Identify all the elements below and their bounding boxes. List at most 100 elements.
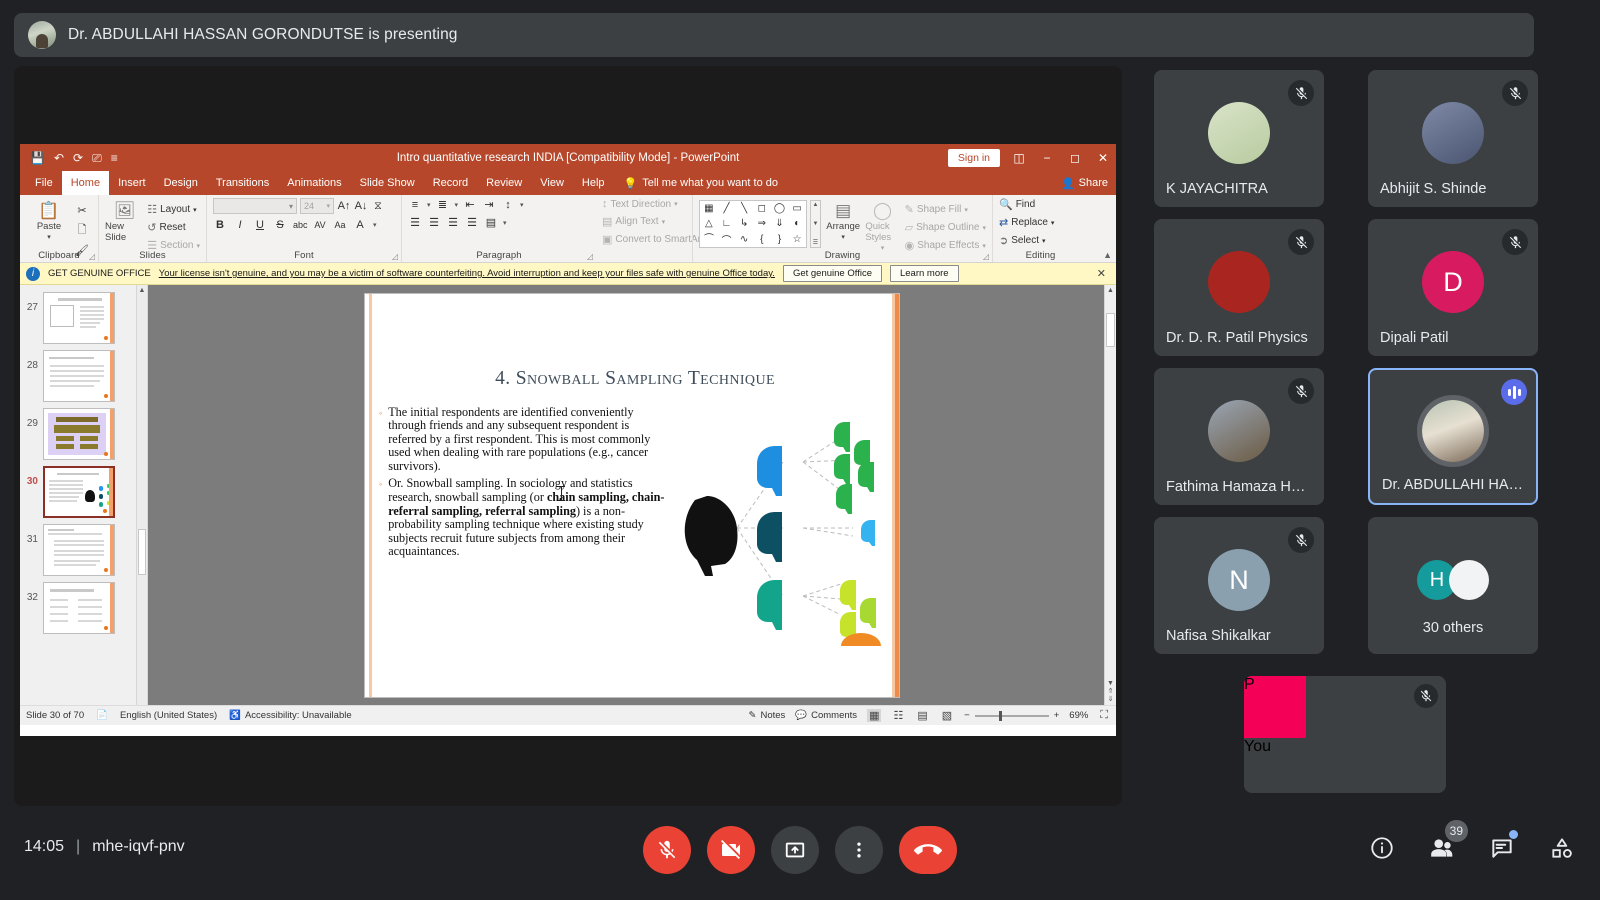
current-slide[interactable]: 4. Snowball Sampling Technique ◦ The ini… [364,292,900,698]
zoom-slider[interactable]: − + [964,710,1059,721]
find-button[interactable]: 🔍 Find [999,198,1082,211]
shape-gallery-more-icon[interactable]: ☰ [813,239,818,246]
shape-triangle-icon[interactable]: △ [705,218,713,229]
font-name-input[interactable]: ▾ [213,198,297,214]
columns-button[interactable]: ▤ [484,216,498,229]
slideshow-icon[interactable]: ▧ [940,709,954,722]
participant-tile-active-speaker[interactable]: Dr. ABDULLAHI HASSAN … [1368,368,1538,505]
tab-record[interactable]: Record [424,171,477,195]
tab-transitions[interactable]: Transitions [207,171,278,195]
increase-indent-button[interactable]: ⇥ [482,198,496,211]
next-slide-icon[interactable]: ⇓ [1108,695,1114,703]
fit-to-window-icon[interactable]: ⛶ [1098,709,1110,722]
tab-insert[interactable]: Insert [109,171,155,195]
slide-canvas-area[interactable]: 4. Snowball Sampling Technique ◦ The ini… [148,285,1116,705]
strikethrough-button[interactable]: S [273,219,287,231]
redo-icon[interactable]: ⟳ [73,152,83,164]
font-color-chevron-down-icon[interactable]: ▾ [373,221,377,229]
shape-right-brace-icon[interactable]: } [778,234,781,245]
minimize-icon[interactable]: − [1038,151,1056,165]
text-direction-button[interactable]: ↕ Text Direction ▾ [602,198,686,210]
convert-to-smartart-button[interactable]: ▣ Convert to SmartArt ▾ [602,233,710,246]
bullets-chevron-down-icon[interactable]: ▾ [427,201,431,209]
cut-icon[interactable]: ✂ [75,204,89,217]
participant-tile[interactable]: Dr. D. R. Patil Physics [1154,219,1324,356]
paste-chevron-down-icon[interactable]: ▾ [47,233,51,241]
decrease-indent-button[interactable]: ⇤ [463,198,477,211]
thumbnail-31[interactable]: 31 [20,521,147,579]
slide-sorter-icon[interactable]: ☷ [891,709,905,722]
shape-pie-icon[interactable]: ◐ [794,218,800,229]
participant-tile[interactable]: Fathima Hamaza Hassee… [1154,368,1324,505]
thumbnail-image[interactable] [43,582,115,634]
slide-scroll-thumb[interactable] [1106,313,1115,347]
shape-arc-icon[interactable]: ⌒ [721,232,731,247]
thumbnail-29[interactable]: 29 [20,405,147,463]
decrease-font-size-icon[interactable]: A↓ [354,200,368,212]
thumbnail-scrollbar[interactable]: ▲ [136,285,147,705]
shape-line-icon[interactable]: ╱ [723,203,729,214]
slide-title[interactable]: 4. Snowball Sampling Technique [395,368,875,390]
change-case-button[interactable]: Aa [333,220,347,230]
increase-font-size-icon[interactable]: A↑ [337,200,351,212]
genuine-banner-message[interactable]: Your license isn't genuine, and you may … [159,268,775,279]
align-center-button[interactable]: ☰ [427,216,441,229]
customize-qat-icon[interactable]: ≡ [111,152,118,164]
bold-button[interactable]: B [213,219,227,231]
sign-in-button[interactable]: Sign in [947,148,1000,167]
undo-icon[interactable]: ↶ [54,152,64,164]
collapse-ribbon-icon[interactable]: ▲ [1103,250,1112,260]
shape-gallery-scrollbar[interactable]: ▲ ▼ ☰ [810,200,821,248]
thumbnail-image[interactable] [43,350,115,402]
title-bar-right[interactable]: Sign in ◫ − ◻ ✕ [947,148,1112,167]
tab-help[interactable]: Help [573,171,614,195]
thumbnail-image[interactable] [43,408,115,460]
tab-animations[interactable]: Animations [278,171,350,195]
shape-oval-icon[interactable]: ◯ [774,203,785,214]
participant-tile[interactable]: N Nafisa Shikalkar [1154,517,1324,654]
paste-button[interactable]: 📋 Paste ▾ [26,200,72,257]
thumbnail-32[interactable]: 32 [20,579,147,637]
line-spacing-button[interactable]: ↕ [501,199,515,211]
text-shadow-button[interactable]: abc [293,220,308,230]
zoom-knob[interactable] [998,710,1002,721]
shape-outline-button[interactable]: ▱ Shape Outline ▾ [905,221,986,234]
ribbon-body[interactable]: 📋 Paste ▾ ✂ 🗋 🖌 Clipboard ◿ 🖼 New Slide … [20,195,1116,263]
shape-scroll-up-icon[interactable]: ▲ [813,202,819,208]
shared-screen-area[interactable]: 💾 ↶ ⟳ ⎚ ≡ Intro quantitative research IN… [14,66,1122,806]
zoom-in-button[interactable]: + [1054,710,1060,721]
bullets-button[interactable]: ≡ [408,199,422,211]
new-slide-button[interactable]: 🖼 New Slide [105,200,144,252]
slide-body-text[interactable]: ◦ The initial respondents are identified… [379,405,669,564]
align-left-button[interactable]: ☰ [408,216,422,229]
columns-chevron-down-icon[interactable]: ▾ [503,219,507,227]
show-everyone-button[interactable]: 39 [1426,820,1468,864]
shape-freeform-icon[interactable]: ⏜ [704,234,714,245]
camera-off-button[interactable] [707,826,755,874]
underline-button[interactable]: U [253,219,267,231]
thumbnail-image[interactable] [43,524,115,576]
snowball-diagram-image[interactable] [675,400,891,660]
get-genuine-office-button[interactable]: Get genuine Office [782,265,882,282]
powerpoint-window[interactable]: 💾 ↶ ⟳ ⎚ ≡ Intro quantitative research IN… [20,144,1116,736]
learn-more-button[interactable]: Learn more [889,265,959,282]
tab-file[interactable]: File [26,171,62,195]
thumbnail-scroll-thumb[interactable] [138,528,146,575]
shape-rounded-rect-icon[interactable]: ▭ [792,203,801,214]
copy-icon[interactable]: 🗋 [75,221,89,240]
line-spacing-chevron-down-icon[interactable]: ▾ [520,201,524,209]
close-icon[interactable]: ✕ [1094,151,1112,165]
participant-tile[interactable]: D Dipali Patil [1368,219,1538,356]
thumbnail-30[interactable]: 30 [20,463,147,521]
quick-styles-button[interactable]: ◯ Quick Styles ▾ [865,200,899,253]
slide-counter[interactable]: Slide 30 of 70 [26,710,84,721]
shape-textbox-icon[interactable]: ▦ [704,203,713,214]
align-text-button[interactable]: ▤ Align Text ▾ [602,215,686,228]
numbering-button[interactable]: ≣ [436,198,450,211]
arrange-button[interactable]: ▤ Arrange ▾ [826,200,860,252]
tab-review[interactable]: Review [477,171,531,195]
character-spacing-button[interactable]: AV [313,220,327,230]
replace-button[interactable]: ⇄ Replace ▾ [999,216,1082,229]
clipboard-dialog-launcher[interactable]: ◿ [89,252,95,261]
tab-design[interactable]: Design [155,171,207,195]
